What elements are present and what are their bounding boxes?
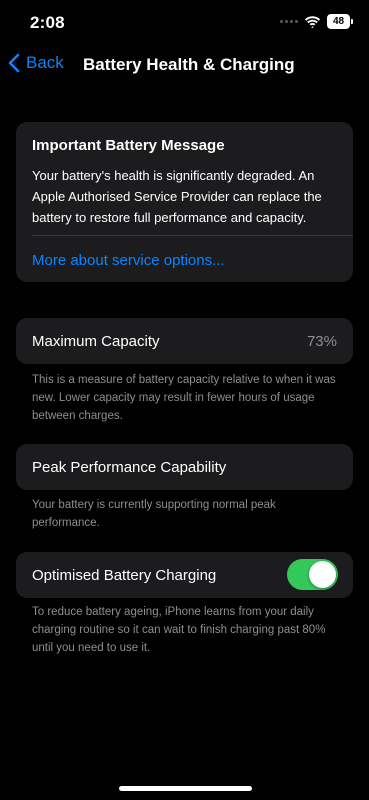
optimised-charging-toggle[interactable]	[287, 559, 338, 590]
divider	[32, 235, 353, 236]
back-button[interactable]: Back	[8, 53, 64, 73]
wifi-icon	[304, 15, 321, 28]
maximum-capacity-row: Maximum Capacity 73%	[16, 318, 353, 364]
dots-icon	[280, 20, 298, 23]
maximum-capacity-note: This is a measure of battery capacity re…	[32, 374, 336, 422]
chevron-left-icon	[8, 53, 20, 73]
peak-performance-row: Peak Performance Capability	[16, 444, 353, 490]
status-time: 2:08	[30, 13, 65, 32]
maximum-capacity-value: 73%	[306, 333, 337, 350]
message-title: Important Battery Message	[32, 137, 225, 154]
nav-bar: Back Battery Health & Charging	[0, 50, 369, 84]
battery-message-card: Important Battery Message Your battery's…	[16, 122, 353, 282]
page-title: Battery Health & Charging	[83, 55, 295, 74]
optimised-charging-note: To reduce battery ageing, iPhone learns …	[32, 606, 326, 654]
message-body: Your battery's health is significantly d…	[32, 168, 322, 225]
maximum-capacity-label: Maximum Capacity	[32, 333, 160, 350]
status-bar: 2:08 48	[0, 0, 369, 46]
status-icons: 48	[280, 14, 353, 29]
battery-icon: 48	[327, 14, 353, 29]
optimised-charging-row: Optimised Battery Charging	[16, 552, 353, 598]
optimised-charging-label: Optimised Battery Charging	[32, 567, 217, 584]
peak-performance-note: Your battery is currently supporting nor…	[32, 499, 276, 529]
service-options-link[interactable]: More about service options...	[32, 252, 225, 269]
battery-level: 48	[327, 14, 350, 29]
back-label: Back	[26, 53, 64, 72]
home-indicator[interactable]	[119, 786, 252, 791]
toggle-knob	[309, 561, 336, 588]
peak-performance-label: Peak Performance Capability	[32, 459, 227, 476]
